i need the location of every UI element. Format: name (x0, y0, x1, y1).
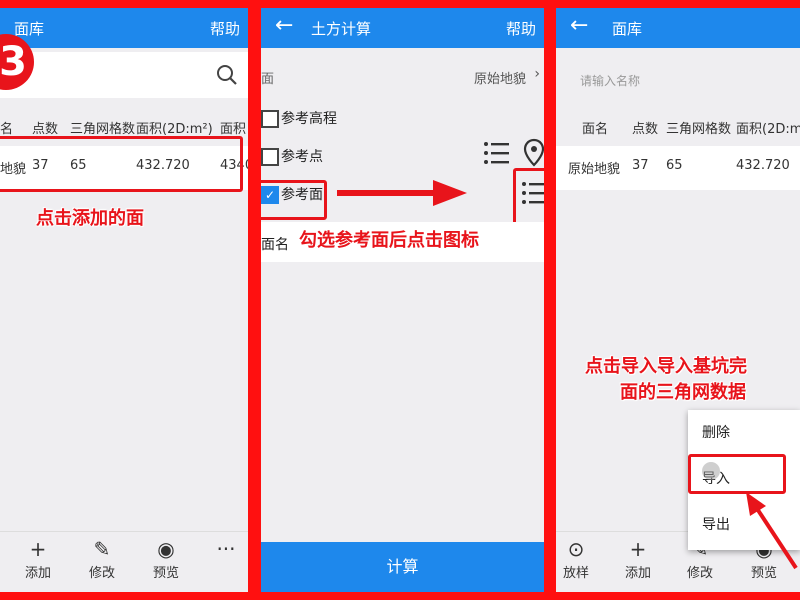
highlight-box (261, 180, 327, 220)
column-header: 面积(2D:m²) (136, 122, 213, 137)
face-name-label: 面名 (261, 237, 289, 253)
back-arrow-icon[interactable]: ← (275, 13, 293, 38)
table-cell: 432.720 (736, 158, 790, 173)
page-title: 面库 (612, 20, 643, 38)
location-pin-icon[interactable] (523, 138, 544, 168)
bottom-toolbar: + 添加 ✎ 修改 ◉ 预览 ··· (0, 531, 248, 592)
ref-point-option[interactable]: 参考点 (261, 146, 411, 170)
back-arrow-icon[interactable]: ← (570, 13, 588, 38)
table-cell: 原始地貌 (568, 162, 621, 177)
add-button[interactable]: + 添加 (614, 538, 662, 581)
annotation-text: 面的三角网数据 (620, 382, 746, 403)
app-header: 面库 帮助 (0, 8, 248, 48)
tool-label: 修改 (88, 566, 115, 581)
highlight-box (513, 168, 544, 228)
checkbox[interactable] (261, 110, 279, 128)
help-button[interactable]: 帮助 (506, 18, 536, 39)
column-header: 点数 (632, 122, 659, 137)
add-button[interactable]: + 添加 (14, 538, 62, 581)
tool-label: 添加 (624, 566, 651, 581)
earthwork-calc-panel: ← 土方计算 帮助 面 原始地貌 › 参考高程 参考点 ✓ 参考面 面名 勾选参… (261, 8, 544, 592)
calculate-button[interactable]: 计算 (261, 542, 544, 592)
face-label: 面 (261, 72, 275, 87)
highlight-box (0, 136, 243, 192)
column-header: 名 (0, 122, 14, 137)
search-input[interactable]: 请输入名称 (556, 60, 800, 100)
checkbox[interactable] (261, 148, 279, 166)
plus-icon: + (629, 537, 647, 561)
column-header: 三角网格数 (666, 122, 732, 137)
ref-elevation-option[interactable]: 参考高程 (261, 108, 411, 132)
search-icon[interactable] (216, 64, 238, 86)
tool-label: 放样 (562, 566, 589, 581)
annotation-text: 点击添加的面 (36, 208, 144, 229)
more-icon: ··· (216, 537, 236, 561)
table-row[interactable]: 原始地貌 37 65 432.720 (556, 146, 800, 190)
chevron-right-icon: › (534, 66, 540, 82)
tool-label: 预览 (152, 566, 179, 581)
preview-icon: ◉ (157, 537, 175, 561)
tool-label: 添加 (24, 566, 51, 581)
highlight-box (688, 454, 786, 494)
column-header: 面积 (220, 122, 247, 137)
arrow-up-left-icon (746, 492, 798, 570)
more-button[interactable]: ··· (202, 538, 248, 562)
face-selector[interactable]: 面 原始地貌 › (261, 52, 544, 98)
export-menu-item[interactable]: 导出 (702, 514, 730, 534)
table-cell: 65 (666, 158, 683, 173)
app-header: ← 面库 (556, 8, 800, 48)
step-number: 3 (0, 39, 27, 85)
list-icon[interactable] (483, 140, 511, 166)
column-header: 点数 (32, 122, 59, 137)
page-title: 土方计算 (311, 20, 372, 38)
annotation-text: 点击导入导入基坑完 (585, 356, 747, 377)
edit-button[interactable]: ✎ 修改 (78, 538, 126, 581)
delete-menu-item[interactable]: 删除 (702, 422, 730, 442)
table-cell: 37 (632, 158, 649, 173)
search-placeholder: 请输入名称 (580, 74, 641, 88)
app-header: ← 土方计算 帮助 (261, 8, 544, 48)
edit-icon: ✎ (93, 537, 111, 561)
search-bar[interactable] (0, 52, 248, 98)
tool-label: 修改 (686, 566, 713, 581)
arrow-right-icon (337, 180, 467, 206)
table-header: 面名 点数 三角网格数 面积(2D:m²) 面积 (556, 118, 800, 142)
face-library-panel: 面库 帮助 名 点数 三角网格数 面积(2D:m²) 面积 地貌 37 65 4… (0, 8, 248, 592)
help-button[interactable]: 帮助 (210, 18, 240, 39)
option-label: 参考点 (281, 149, 323, 165)
stakeout-icon: ⊙ (567, 537, 585, 561)
face-value: 原始地貌 (473, 72, 526, 87)
annotation-text: 勾选参考面后点击图标 (299, 230, 479, 251)
option-label: 参考高程 (281, 111, 337, 127)
preview-button[interactable]: ◉ 预览 (142, 538, 190, 581)
column-header: 面积(2D:m²) (736, 122, 800, 137)
column-header: 三角网格数 (70, 122, 136, 137)
plus-icon: + (29, 537, 47, 561)
stakeout-button[interactable]: ⊙ 放样 (556, 538, 600, 581)
column-header: 面名 (582, 122, 609, 137)
